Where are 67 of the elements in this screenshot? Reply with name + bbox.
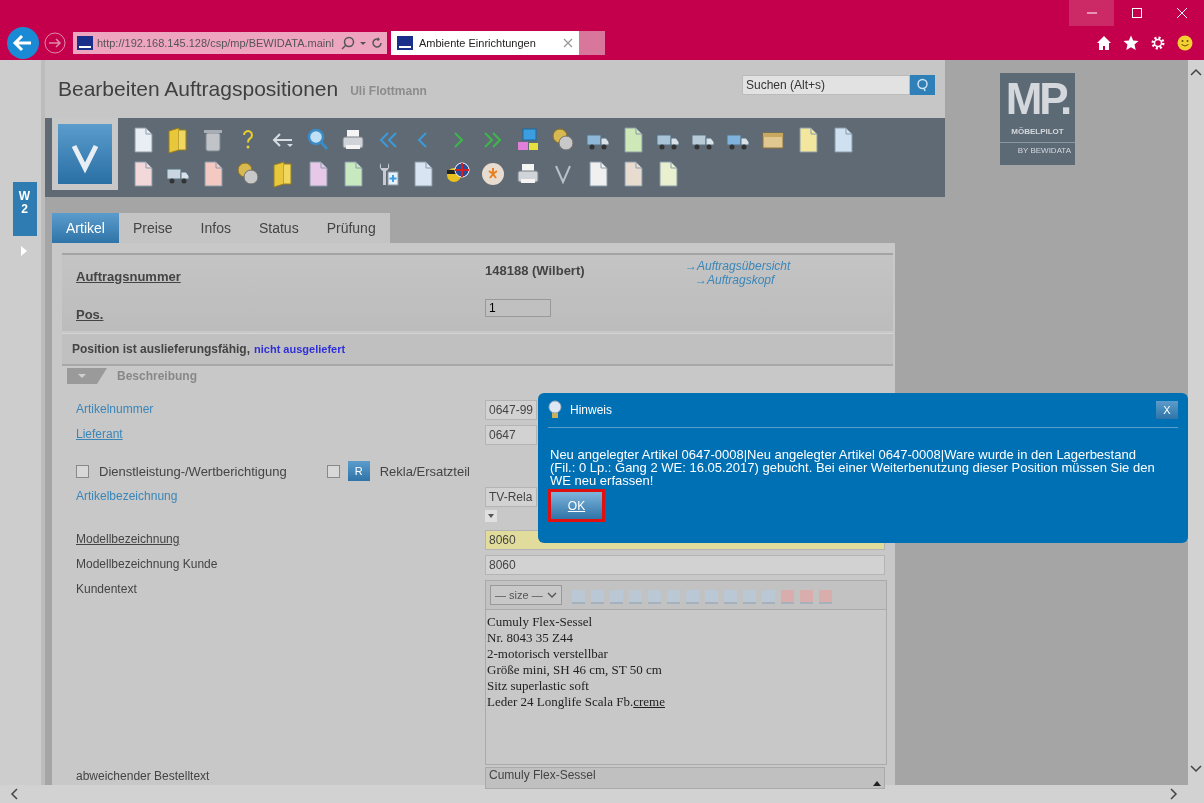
status-link[interactable]: nicht ausgeliefert xyxy=(254,343,346,355)
position-field[interactable]: 1 xyxy=(485,299,551,317)
status-text: Position ist auslieferungsfähig, xyxy=(72,342,251,356)
tab[interactable]: Status xyxy=(244,213,313,243)
tab[interactable]: Prüfung xyxy=(312,213,390,243)
size-select[interactable]: — size — xyxy=(490,585,562,605)
order-number: 148188 (Wilbert) xyxy=(485,262,586,278)
tab-title: Ambiente Einrichtungen xyxy=(419,37,537,49)
user-name: Uli Flottmann xyxy=(350,83,427,98)
field-label: Lieferant xyxy=(76,426,124,441)
field-label: Modellbezeichnung xyxy=(76,531,181,546)
checkbox[interactable] xyxy=(326,464,340,478)
scroll-up-icon[interactable] xyxy=(1190,68,1202,76)
input-field[interactable]: 0647-99 xyxy=(485,400,537,420)
section-title: Beschreibung xyxy=(117,369,197,383)
field-label: Auftragsnummer xyxy=(76,268,182,284)
home-icon[interactable] xyxy=(1096,35,1112,51)
page-title: Bearbeiten Auftragspositionen xyxy=(58,77,339,101)
close-icon[interactable] xyxy=(563,38,573,48)
field-label: Artikelbezeichnung xyxy=(76,488,179,503)
scroll-left-icon[interactable] xyxy=(10,788,18,800)
input-field[interactable]: 0647 xyxy=(485,425,537,445)
browser-tab[interactable]: Ambiente Einrichtungen xyxy=(391,31,579,55)
scroll-right-icon[interactable] xyxy=(1170,788,1178,800)
settings-icon[interactable] xyxy=(1150,35,1166,51)
coins-icon[interactable] xyxy=(550,126,576,154)
select-field[interactable]: TV-Rela xyxy=(485,487,537,507)
section-toggle-icon[interactable] xyxy=(67,368,107,384)
site-favicon-icon xyxy=(77,36,93,50)
ok-button[interactable]: OK xyxy=(548,489,605,522)
sunburst-icon[interactable] xyxy=(480,160,506,188)
refresh-icon[interactable] xyxy=(371,36,383,50)
dialog-title: Hinweis xyxy=(570,403,613,417)
caret-icon[interactable] xyxy=(546,591,557,599)
forward-button[interactable] xyxy=(44,32,66,54)
site-favicon-icon xyxy=(397,36,413,50)
search-button[interactable] xyxy=(910,75,935,95)
field-label: Pos. xyxy=(76,306,105,322)
tab[interactable]: Infos xyxy=(186,213,245,243)
field-label: abweichender Bestelltext xyxy=(76,768,211,783)
search-field[interactable]: Suchen (Alt+s) xyxy=(742,75,910,95)
smiley-icon[interactable] xyxy=(1177,35,1193,51)
field-label: Modellbezeichnung Kunde xyxy=(76,556,219,571)
lightbulb-icon xyxy=(548,400,562,420)
logo: MP. MÖBELPILOT BY BEWIDATA xyxy=(1000,73,1075,165)
field-label: Artikelnummer xyxy=(76,401,155,416)
r-button[interactable]: R xyxy=(347,461,370,481)
text-area[interactable]: Cumuly Flex-Sessel xyxy=(485,767,885,789)
address-field[interactable]: http://192.168.145.128/csp/mp/BEWIDATA.mainl xyxy=(73,32,387,54)
tab[interactable]: Preise xyxy=(118,213,187,243)
checkbox[interactable] xyxy=(76,464,89,478)
back-button[interactable] xyxy=(6,26,40,60)
field-label: Kundentext xyxy=(76,581,138,596)
coins-icon[interactable] xyxy=(235,160,261,188)
star-icon[interactable] xyxy=(1123,35,1139,51)
scroll-down-icon[interactable] xyxy=(1190,765,1202,773)
tab[interactable]: Artikel xyxy=(52,213,119,243)
horizontal-scrollbar[interactable] xyxy=(0,785,1204,803)
input-field[interactable]: 8060 xyxy=(485,555,885,575)
search-icon[interactable] xyxy=(341,36,355,50)
dialog-message: Neu angelegter Artikel 0647-0008|Neu angelegter Artikel 0647-0008|Ware wurde in den Lagerbestand (Fil.: 0 Lp.: Gang 2 WE: 16.05.2017) gebucht. Bei einer Weiterbenutzung dieser Position müssen Sie den WE neu erfassen! xyxy=(550,448,1156,487)
checkbox-label: Rekla/Ersatzteil xyxy=(379,463,470,479)
side-tab[interactable]: W 2 xyxy=(12,182,37,237)
vertical-scrollbar[interactable] xyxy=(1188,60,1204,785)
checkbox-label: Dienstleistung-/Wertberichtigung xyxy=(99,463,287,479)
save-check-button[interactable] xyxy=(58,124,112,184)
close-button[interactable]: X xyxy=(1156,401,1178,419)
